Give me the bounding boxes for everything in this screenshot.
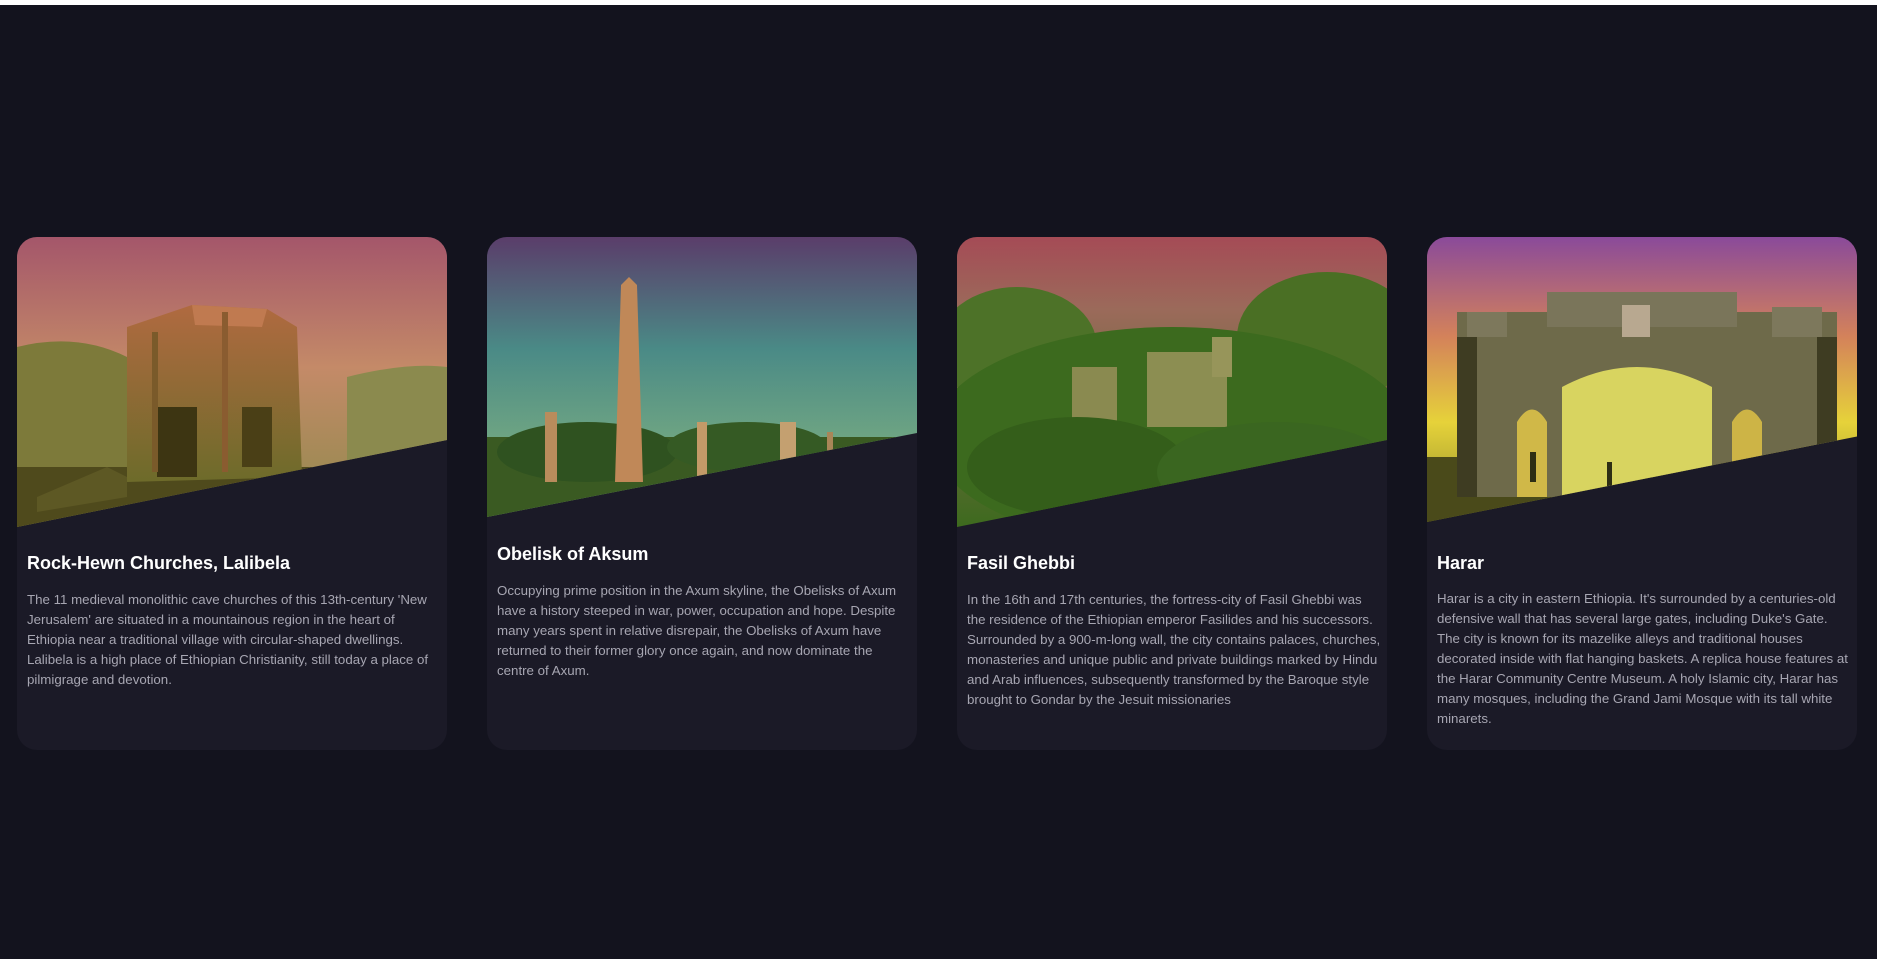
card-aksum[interactable]: Obelisk of Aksum Occupying prime positio… (487, 237, 917, 750)
card-fasil-ghebbi[interactable]: Fasil Ghebbi In the 16th and 17th centur… (957, 237, 1387, 750)
card-image-aksum (487, 237, 917, 517)
card-title: Obelisk of Aksum (497, 544, 649, 564)
card-description: Harar is a city in eastern Ethiopia. It'… (1437, 591, 1848, 726)
card-image-harar (1427, 237, 1857, 522)
card-lalibela[interactable]: Rock-Hewn Churches, Lalibela The 11 medi… (17, 237, 447, 750)
card-description: Occupying prime position in the Axum sky… (497, 583, 897, 678)
card-description: The 11 medieval monolithic cave churches… (27, 592, 429, 687)
card-title: Fasil Ghebbi (967, 553, 1076, 573)
card-title: Rock-Hewn Churches, Lalibela (27, 553, 291, 573)
card-title: Harar (1437, 553, 1485, 573)
card-description: In the 16th and 17th centuries, the fort… (967, 592, 1381, 707)
card-image-lalibela (17, 237, 447, 527)
card-image-fasil-ghebbi (957, 237, 1387, 527)
card-harar[interactable]: Harar Harar is a city in eastern Ethiopi… (1427, 237, 1857, 750)
card-gallery: Rock-Hewn Churches, Lalibela The 11 medi… (0, 0, 1877, 959)
